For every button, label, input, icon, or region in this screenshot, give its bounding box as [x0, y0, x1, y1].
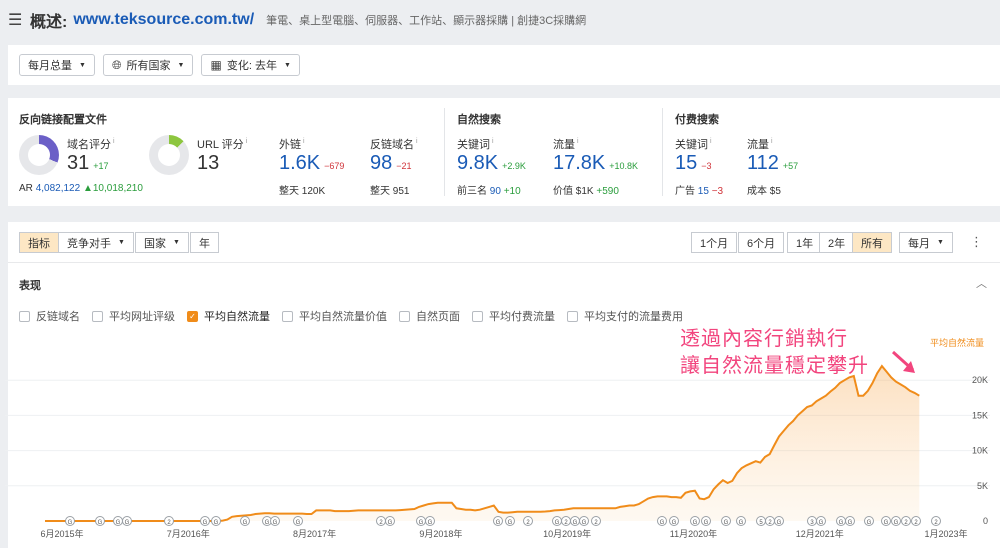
event-marker-label: G [496, 520, 501, 526]
event-marker-label: G [884, 520, 889, 526]
event-marker-label: G [555, 520, 560, 526]
x-tick-label: 7月2016年 [167, 528, 210, 539]
y-tick-label: 0 [983, 516, 988, 526]
annotation-text: 透過內容行銷執行 讓自然流量穩定攀升 [680, 326, 869, 380]
event-marker-label: G [839, 520, 844, 526]
event-marker-label: G [573, 520, 578, 526]
traffic-chart: 20K 15K 10K 5K 0 6月2015年 7月2016年 8月2017年 9月2018年… [5, 350, 990, 539]
event-marker-label: G [296, 520, 301, 526]
event-marker-label: G [68, 520, 73, 526]
event-marker-label: G [704, 520, 709, 526]
series-area [45, 366, 920, 521]
event-marker-label: G [508, 520, 513, 526]
event-marker-label: G [739, 520, 744, 526]
event-marker-label: G [273, 520, 278, 526]
x-tick-label: 9月2018年 [419, 528, 462, 539]
event-marker-label: G [660, 520, 665, 526]
event-marker-label: G [125, 520, 130, 526]
event-marker-label: G [894, 520, 899, 526]
event-marker-label: G [819, 520, 824, 526]
y-tick-label: 10K [972, 446, 988, 456]
event-marker-label: G [98, 520, 103, 526]
x-tick-label: 11月2020年 [670, 528, 717, 539]
x-tick-label: 8月2017年 [293, 528, 336, 539]
annotation-line-1: 透過內容行銷執行 [680, 328, 848, 350]
event-marker-label: G [672, 520, 677, 526]
x-tick-label: 10月2019年 [543, 528, 591, 539]
event-marker-label: G [777, 520, 782, 526]
event-marker-label: G [116, 520, 121, 526]
y-tick-label: 5K [977, 481, 988, 491]
event-marker-label: G [693, 520, 698, 526]
event-marker-label: G [243, 520, 248, 526]
event-marker-label: G [867, 520, 872, 526]
y-tick-label: 15K [972, 410, 988, 420]
event-marker-label: G [214, 520, 219, 526]
event-marker-label: G [428, 520, 433, 526]
annotation-line-2: 讓自然流量穩定攀升 [680, 355, 869, 377]
event-marker-label: G [419, 520, 424, 526]
event-marker-label: G [848, 520, 853, 526]
event-marker-label: G [582, 520, 587, 526]
x-tick-label: 6月2015年 [40, 528, 83, 539]
x-tick-label: 12月2021年 [796, 528, 844, 539]
event-marker-label: G [265, 520, 270, 526]
event-marker-label: G [203, 520, 208, 526]
y-tick-label: 20K [972, 375, 988, 385]
event-marker-label: G [724, 520, 729, 526]
x-tick-label: 1月2023年 [924, 528, 967, 539]
series-label: 平均自然流量 [930, 338, 985, 348]
event-marker-label: G [388, 520, 393, 526]
